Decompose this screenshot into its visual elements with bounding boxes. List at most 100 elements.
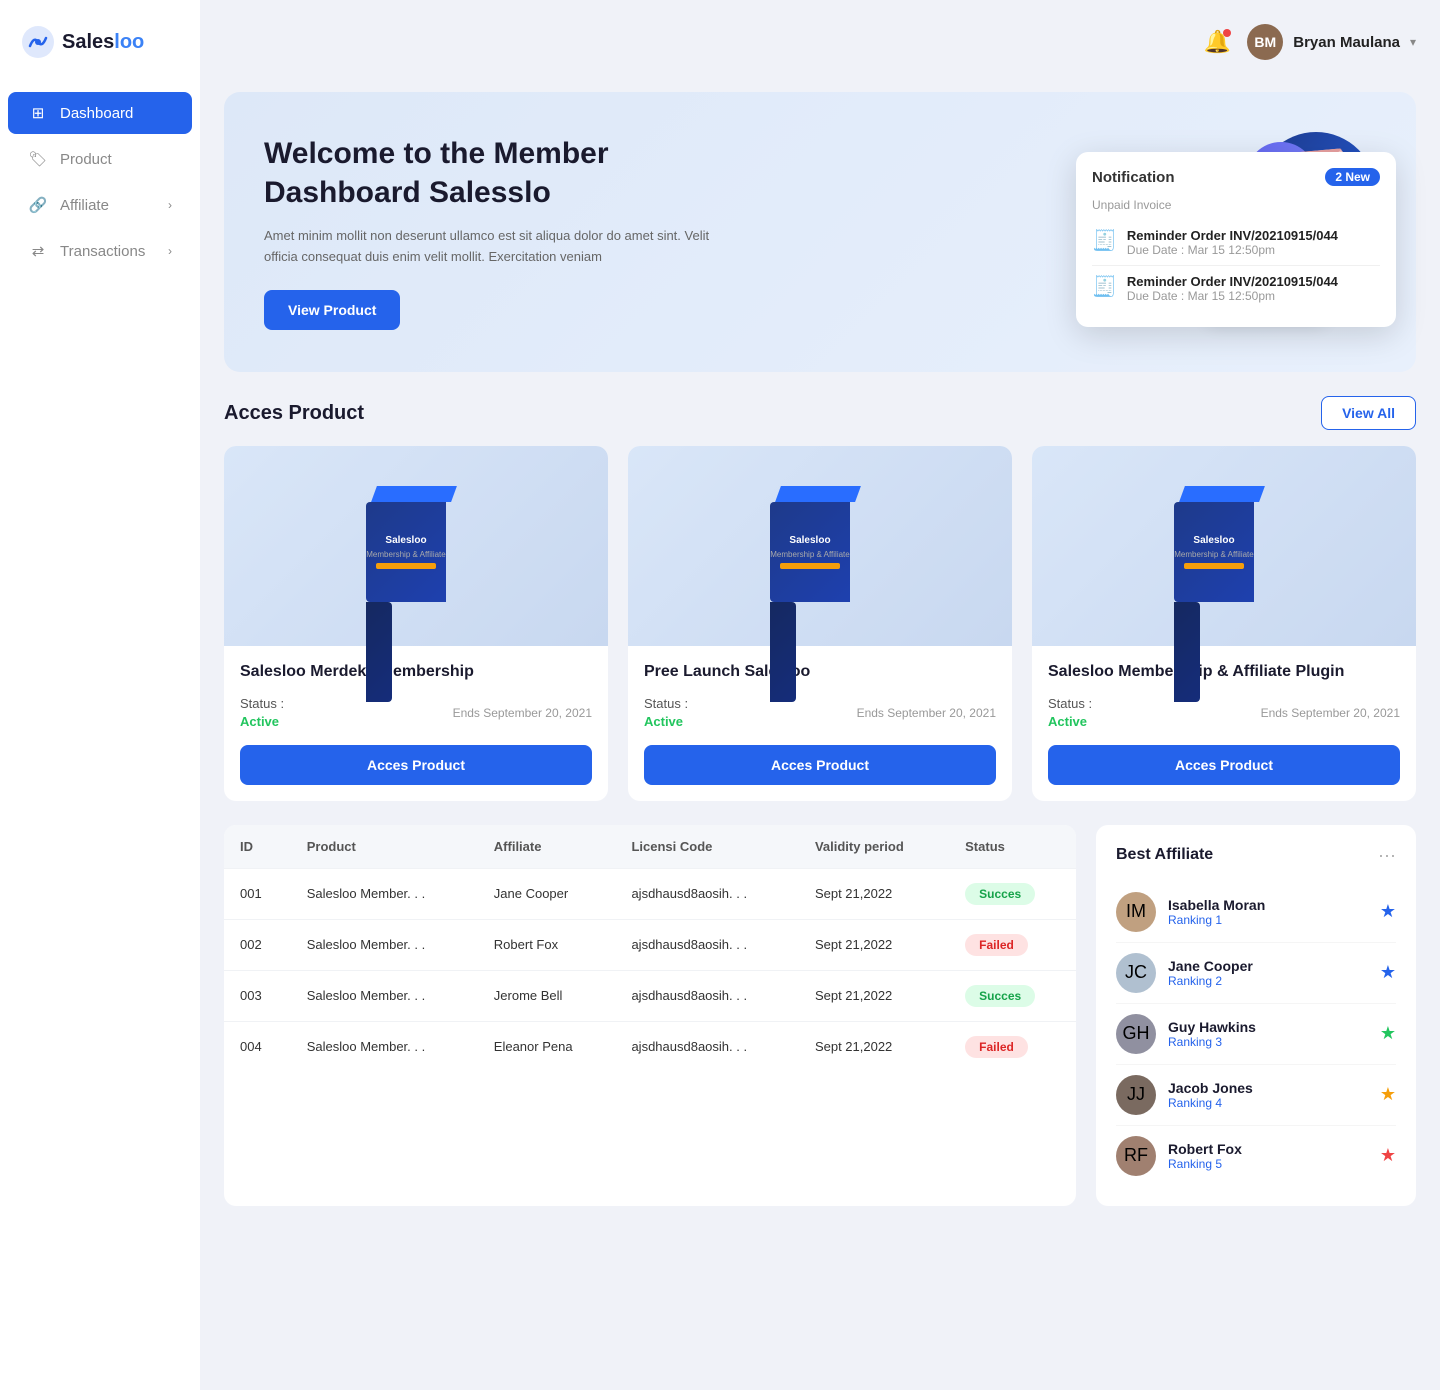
affiliate-name: Jacob Jones [1168, 1080, 1368, 1096]
view-product-button[interactable]: View Product [264, 290, 400, 330]
box-front: Salesloo Membership & Affiliate [1174, 502, 1254, 602]
sidebar-item-product[interactable]: 🏷 Product [8, 138, 192, 180]
product-card-body-3: Salesloo Membership & Affiliate Plugin S… [1032, 646, 1416, 801]
affiliate-name: Guy Hawkins [1168, 1019, 1368, 1035]
product-name-1: Salesloo Merdeka Membership [240, 662, 592, 683]
sidebar-item-label: Affiliate [60, 197, 109, 214]
product-card-1: Salesloo Membership & Affiliate Salesloo… [224, 446, 608, 801]
affiliate-item: JJ Jacob Jones Ranking 4 ★ [1116, 1065, 1396, 1126]
product-meta-2: Status : Active Ends September 20, 2021 [644, 695, 996, 731]
cell-affiliate: Jerome Bell [478, 970, 616, 1021]
status-value: Active [1048, 714, 1087, 729]
cell-product: Salesloo Member. . . [291, 970, 478, 1021]
cell-validity: Sept 21,2022 [799, 1021, 949, 1072]
affiliate-item: JC Jane Cooper Ranking 2 ★ [1116, 943, 1396, 1004]
status-badge: Succes [965, 985, 1035, 1007]
status-label: Status : [644, 696, 688, 711]
transactions-table: ID Product Affiliate Licensi Code Validi… [224, 825, 1076, 1206]
product-card-img-2: Salesloo Membership & Affiliate [628, 446, 1012, 646]
user-menu[interactable]: BM Bryan Maulana ▾ [1247, 24, 1416, 60]
box-top [371, 486, 457, 502]
box-top [775, 486, 861, 502]
product-card-body-2: Pree Launch Salesloo Status : Active End… [628, 646, 1012, 801]
table-row: 002 Salesloo Member. . . Robert Fox ajsd… [224, 919, 1076, 970]
notif-due: Due Date : Mar 15 12:50pm [1127, 243, 1338, 257]
affiliate-header: Best Affiliate ··· [1116, 845, 1396, 866]
ranking-star-icon: ★ [1380, 962, 1396, 983]
logo-text: Salesloo [62, 31, 144, 54]
product-name-3: Salesloo Membership & Affiliate Plugin [1048, 662, 1400, 683]
affiliate-rank: Ranking 3 [1168, 1035, 1368, 1049]
affiliate-name: Isabella Moran [1168, 897, 1368, 913]
cell-license: ajsdhausd8aosih. . . [615, 868, 798, 919]
product-meta-1: Status : Active Ends September 20, 2021 [240, 695, 592, 731]
affiliate-rank: Ranking 2 [1168, 974, 1368, 988]
table-body: 001 Salesloo Member. . . Jane Cooper ajs… [224, 868, 1076, 1072]
sidebar-item-label: Transactions [60, 243, 145, 260]
col-status: Status [949, 825, 1076, 869]
product-meta-3: Status : Active Ends September 20, 2021 [1048, 695, 1400, 731]
col-affiliate: Affiliate [478, 825, 616, 869]
table-row: 004 Salesloo Member. . . Eleanor Pena aj… [224, 1021, 1076, 1072]
cell-status: Succes [949, 868, 1076, 919]
view-all-button[interactable]: View All [1321, 396, 1416, 430]
affiliate-info: Jacob Jones Ranking 4 [1168, 1080, 1368, 1110]
sidebar: Salesloo ⊞ Dashboard 🏷 Product 🔗 Affilia… [0, 0, 200, 1390]
section-header: Acces Product View All [224, 396, 1416, 430]
sidebar-item-transactions[interactable]: ⇄ Transactions › [8, 230, 192, 272]
cell-status: Succes [949, 970, 1076, 1021]
affiliate-list: IM Isabella Moran Ranking 1 ★ JC Jane Co… [1116, 882, 1396, 1186]
status-value: Active [240, 714, 279, 729]
main-content: 🔔 BM Bryan Maulana ▾ Welcome to the Memb… [200, 0, 1440, 1390]
affiliate-icon: 🔗 [28, 196, 48, 214]
affiliate-info: Robert Fox Ranking 5 [1168, 1141, 1368, 1171]
status-badge: Failed [965, 934, 1028, 956]
affiliate-avatar: IM [1116, 892, 1156, 932]
chevron-down-icon: ▾ [1410, 35, 1416, 49]
invoice-icon: 🧾 [1092, 228, 1117, 253]
notif-section-title: Unpaid Invoice [1092, 198, 1380, 212]
hero-banner: Welcome to the Member Dashboard Salesslo… [224, 92, 1416, 372]
notif-item-details-2: Reminder Order INV/20210915/044 Due Date… [1127, 274, 1338, 303]
access-product-button-3[interactable]: Acces Product [1048, 745, 1400, 785]
affiliate-info: Isabella Moran Ranking 1 [1168, 897, 1368, 927]
affiliate-title: Best Affiliate [1116, 846, 1213, 864]
box-stripe [1184, 563, 1244, 569]
affiliate-rank: Ranking 4 [1168, 1096, 1368, 1110]
affiliate-rank: Ranking 5 [1168, 1157, 1368, 1171]
ranking-star-icon: ★ [1380, 1145, 1396, 1166]
hero-title: Welcome to the Member Dashboard Salesslo [264, 134, 744, 212]
notif-item-details: Reminder Order INV/20210915/044 Due Date… [1127, 228, 1338, 257]
notif-badge: 2 New [1325, 168, 1380, 186]
sidebar-item-dashboard[interactable]: ⊞ Dashboard [8, 92, 192, 134]
product-status-1: Status : Active [240, 695, 284, 731]
dashboard-icon: ⊞ [28, 104, 48, 122]
col-product: Product [291, 825, 478, 869]
cell-license: ajsdhausd8aosih. . . [615, 919, 798, 970]
box-front: Salesloo Membership & Affiliate [366, 502, 446, 602]
table: ID Product Affiliate Licensi Code Validi… [224, 825, 1076, 1072]
product-status-3: Status : Active [1048, 695, 1092, 731]
hero-description: Amet minim mollit non deserunt ullamco e… [264, 226, 744, 268]
access-product-section: Acces Product View All Salesloo Membersh… [224, 396, 1416, 801]
access-product-button-2[interactable]: Acces Product [644, 745, 996, 785]
affiliate-info: Guy Hawkins Ranking 3 [1168, 1019, 1368, 1049]
cell-validity: Sept 21,2022 [799, 868, 949, 919]
sidebar-item-label: Product [60, 151, 112, 168]
ranking-star-icon: ★ [1380, 1084, 1396, 1105]
affiliate-name: Jane Cooper [1168, 958, 1368, 974]
box-subtitle: Membership & Affiliate [770, 550, 849, 559]
cell-product: Salesloo Member. . . [291, 919, 478, 970]
more-options-button[interactable]: ··· [1378, 845, 1396, 866]
table-row: 001 Salesloo Member. . . Jane Cooper ajs… [224, 868, 1076, 919]
product-card-2: Salesloo Membership & Affiliate Pree Lau… [628, 446, 1012, 801]
notification-popup: Notification 2 New Unpaid Invoice 🧾 Remi… [1076, 152, 1396, 327]
access-product-button-1[interactable]: Acces Product [240, 745, 592, 785]
sidebar-item-affiliate[interactable]: 🔗 Affiliate › [8, 184, 192, 226]
chevron-right-icon: › [168, 244, 172, 258]
status-badge: Failed [965, 1036, 1028, 1058]
header: 🔔 BM Bryan Maulana ▾ [224, 20, 1416, 68]
notification-bell[interactable]: 🔔 [1204, 29, 1231, 55]
affiliate-info: Jane Cooper Ranking 2 [1168, 958, 1368, 988]
cell-validity: Sept 21,2022 [799, 919, 949, 970]
